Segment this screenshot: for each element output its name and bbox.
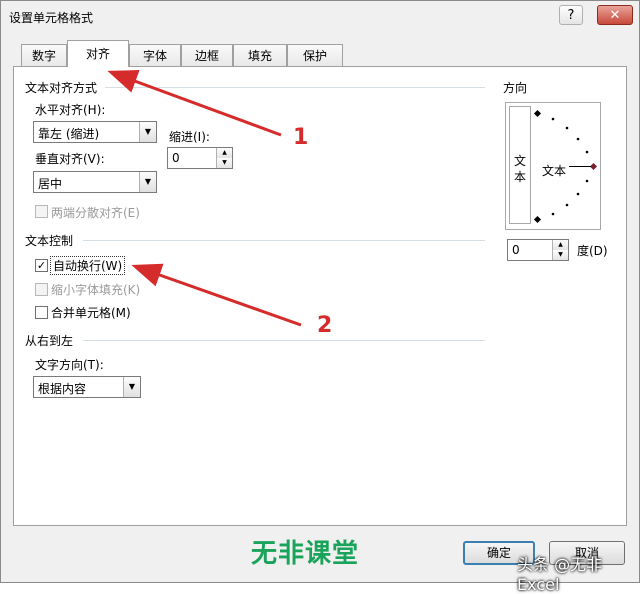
author-credit: 头条 @无非Excel [517,555,603,594]
annotation-marker-2: 2 [317,313,333,338]
format-cells-dialog: 设置单元格格式 ? ✕ 数字 对齐 字体 边框 填充 保护 文本对齐方式 水平对… [0,0,640,594]
annotation-arrows [107,70,302,327]
annotation-marker-1: 1 [293,125,309,150]
arrow-to-alignment-tab [107,70,282,137]
tab-alignment[interactable]: 对齐 [67,40,129,67]
watermark-logo: 无非课堂 [251,539,360,569]
arrow-to-wrap-text [131,263,302,327]
